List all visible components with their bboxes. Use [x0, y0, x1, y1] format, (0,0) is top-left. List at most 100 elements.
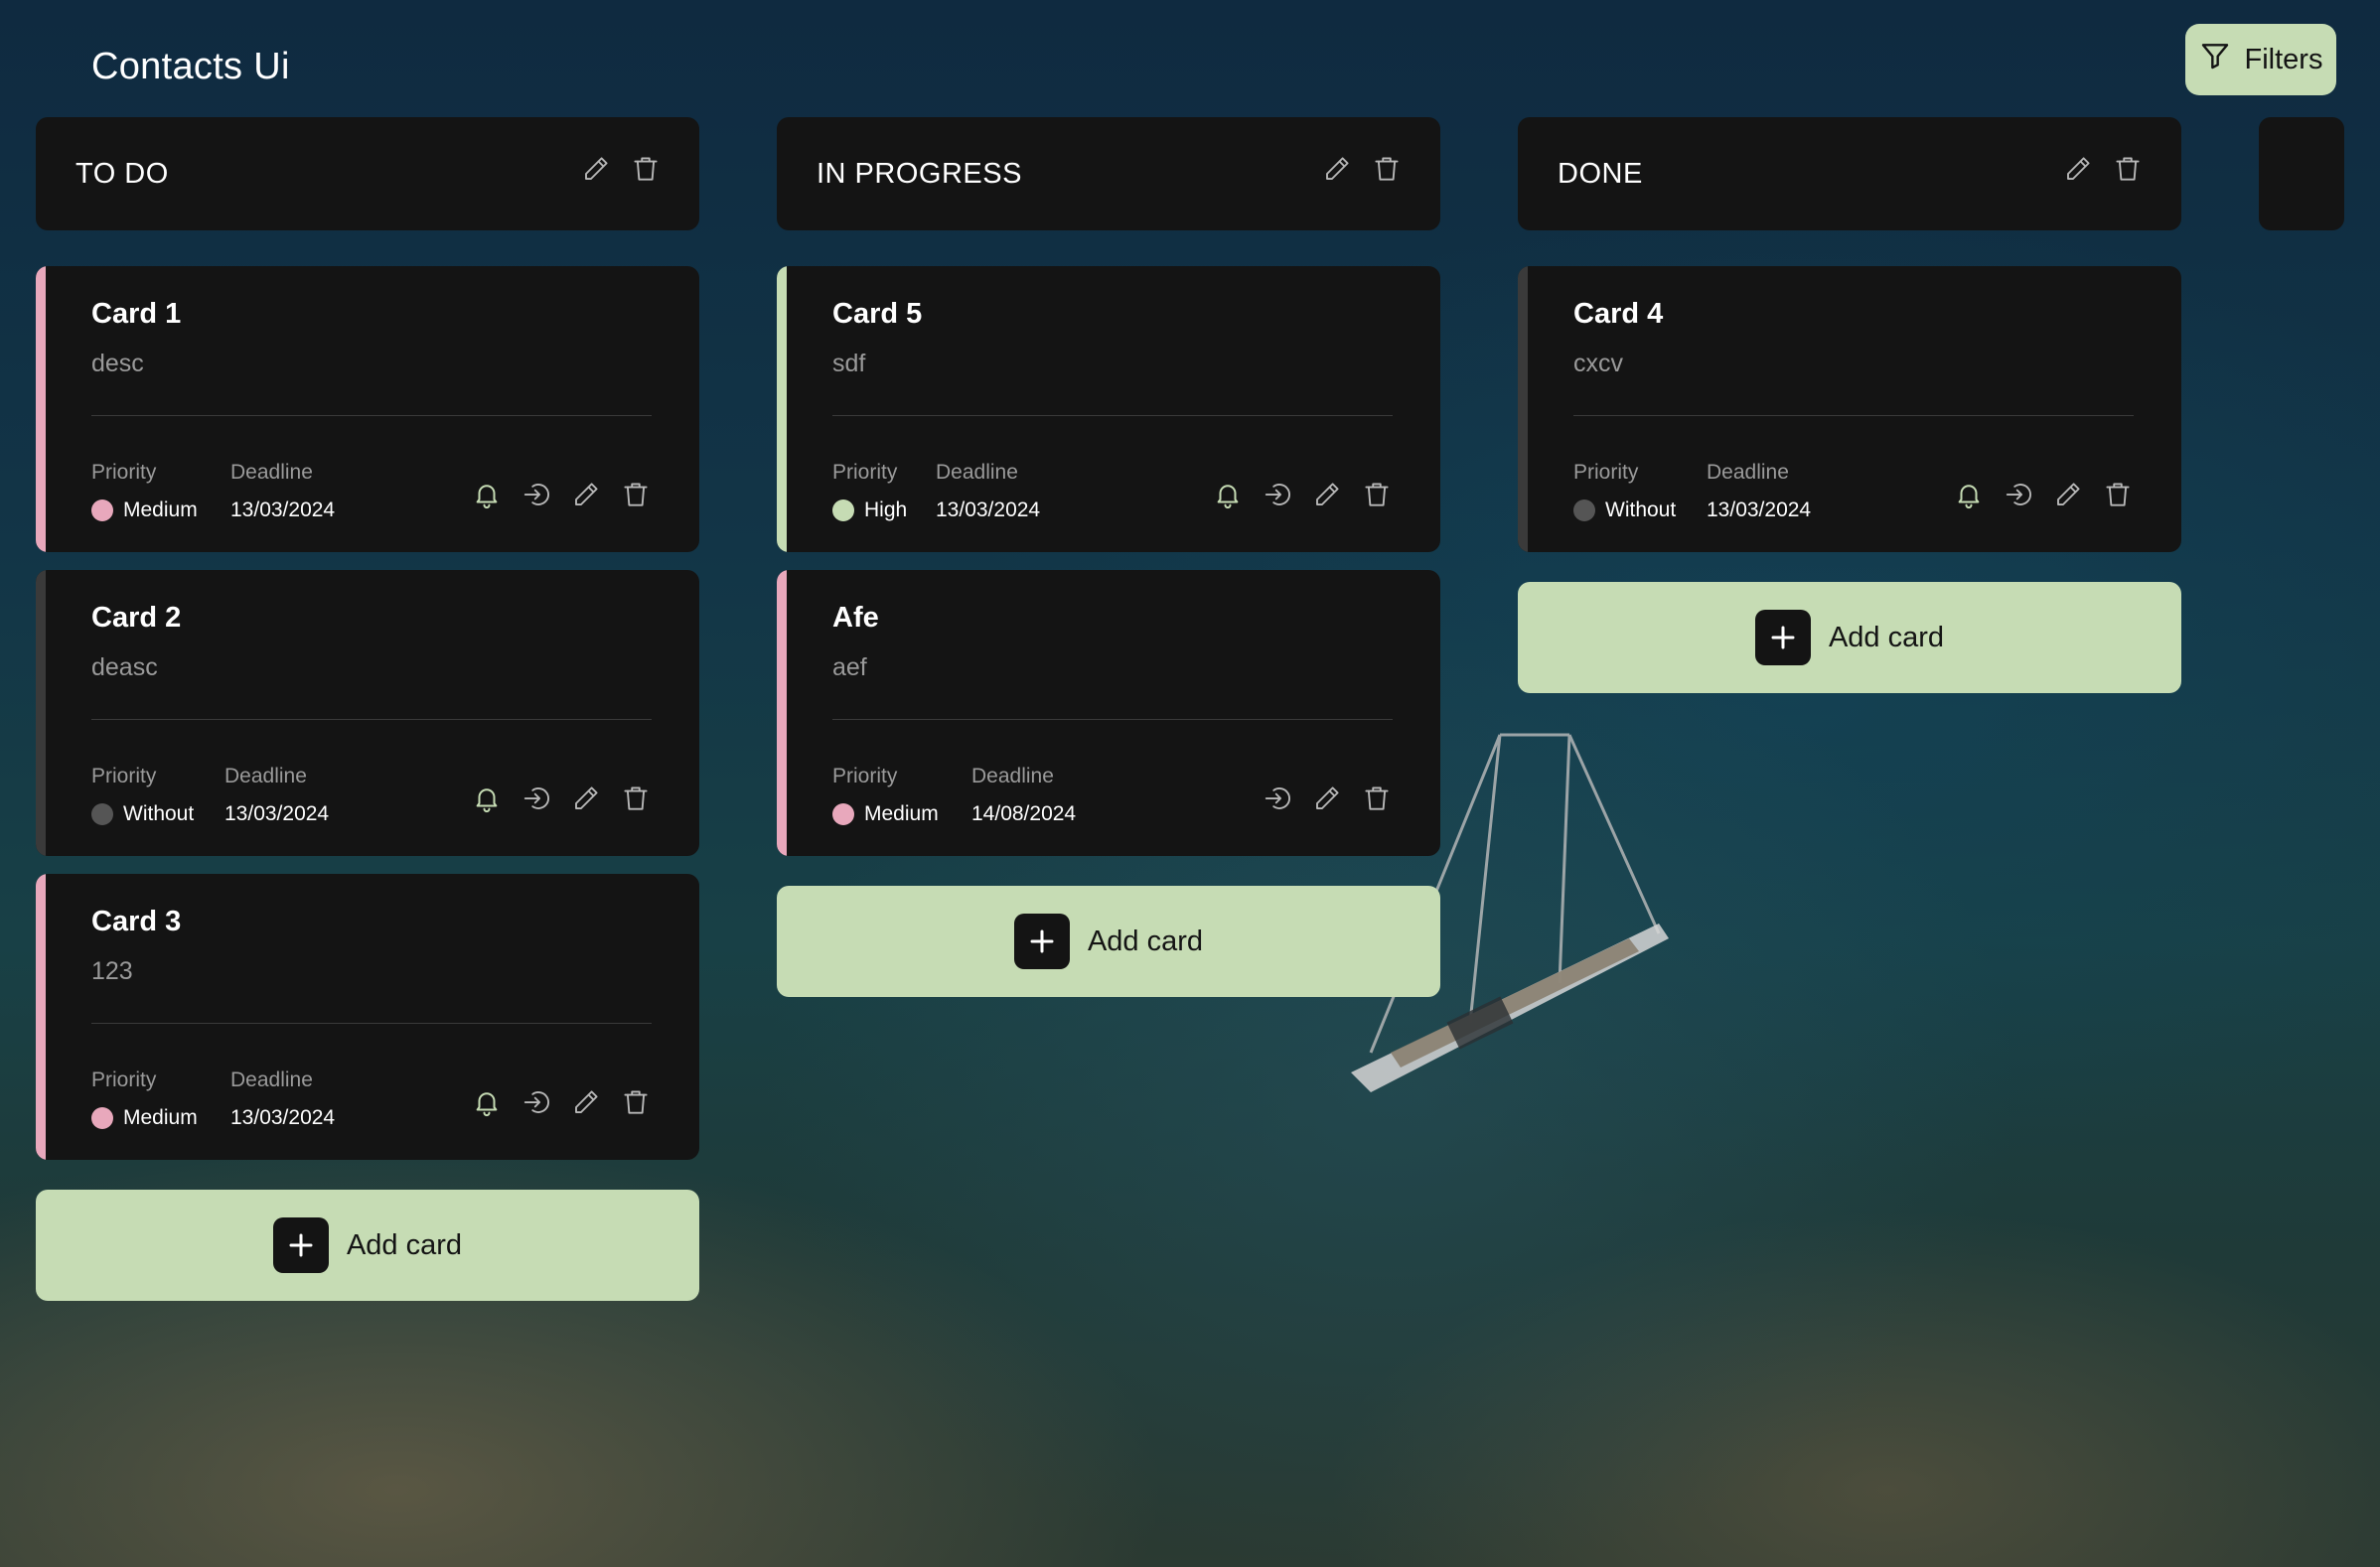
deadline-value: 13/03/2024: [936, 499, 1041, 521]
card-description: deasc: [91, 653, 158, 681]
move-icon[interactable]: [1262, 783, 1293, 814]
card-description: sdf: [832, 350, 866, 377]
trash-icon[interactable]: [630, 153, 662, 185]
trash-icon[interactable]: [1361, 783, 1393, 814]
card-title: Card 4: [1573, 298, 1664, 330]
task-card[interactable]: Card 1 desc Priority Medium Deadline 13/03/20…: [36, 266, 699, 552]
card-actions: [1212, 479, 1393, 510]
move-icon[interactable]: [521, 1086, 552, 1118]
priority-value: High: [832, 499, 907, 522]
priority-block: Priority Without: [91, 765, 194, 826]
card-title: Card 2: [91, 602, 182, 634]
priority-label: Priority: [91, 461, 157, 484]
pencil-icon[interactable]: [580, 153, 612, 185]
bell-icon[interactable]: [1953, 479, 1985, 510]
column-in-progress: IN PROGRESS Card 5 sdf Priority High Deadline…: [777, 117, 1440, 997]
move-icon[interactable]: [2003, 479, 2034, 510]
card-description: aef: [832, 653, 867, 681]
column-header: IN PROGRESS: [777, 117, 1440, 230]
add-card-label: Add card: [346, 1228, 463, 1261]
column-actions: [1321, 153, 1403, 185]
trash-icon[interactable]: [2112, 153, 2144, 185]
trash-icon[interactable]: [1371, 153, 1403, 185]
priority-dot: [91, 1107, 113, 1129]
column-done: DONE Card 4 cxcv Priority Without Deadline 13/…: [1518, 117, 2181, 693]
priority-dot: [91, 803, 113, 825]
card-actions: [1262, 783, 1393, 814]
deadline-block: Deadline 13/03/2024: [230, 1068, 335, 1130]
bell-icon[interactable]: [471, 1086, 503, 1118]
card-description: 123: [91, 957, 133, 985]
deadline-label: Deadline: [230, 461, 313, 484]
priority-stripe: [1518, 266, 1528, 552]
column-header: TO DO: [36, 117, 699, 230]
pencil-icon[interactable]: [1321, 153, 1353, 185]
card-actions: [471, 479, 652, 510]
card-title: Card 1: [91, 298, 182, 330]
deadline-label: Deadline: [1707, 461, 1789, 484]
add-card-label: Add card: [1828, 621, 1945, 653]
move-icon[interactable]: [1262, 479, 1293, 510]
trash-icon[interactable]: [620, 783, 652, 814]
priority-block: Priority High: [832, 461, 907, 522]
priority-dot: [91, 499, 113, 521]
trash-icon[interactable]: [1361, 479, 1393, 510]
task-card[interactable]: Card 5 sdf Priority High Deadline 13/03/2024: [777, 266, 1440, 552]
card-divider: [91, 719, 652, 720]
plus-icon: [272, 1217, 329, 1273]
pencil-icon[interactable]: [570, 783, 602, 814]
pencil-icon[interactable]: [570, 1086, 602, 1118]
priority-value: Without: [91, 802, 194, 826]
deadline-label: Deadline: [971, 765, 1054, 787]
bell-icon[interactable]: [471, 479, 503, 510]
filters-label: Filters: [2244, 43, 2323, 75]
add-card-button[interactable]: Add card: [1518, 582, 2181, 693]
task-card[interactable]: Card 3 123 Priority Medium Deadline 13/03/202…: [36, 874, 699, 1160]
card-list: Card 1 desc Priority Medium Deadline 13/03/20…: [36, 266, 699, 1301]
card-actions: [1953, 479, 2134, 510]
priority-stripe: [36, 266, 46, 552]
priority-text: High: [864, 499, 908, 521]
card-divider: [1573, 415, 2134, 416]
card-description: desc: [91, 350, 144, 377]
priority-stripe: [36, 874, 46, 1160]
card-actions: [471, 1086, 652, 1118]
bell-icon[interactable]: [471, 783, 503, 814]
pencil-icon[interactable]: [1311, 783, 1343, 814]
plus-icon: [1754, 610, 1811, 665]
add-card-button[interactable]: Add card: [777, 886, 1440, 997]
pencil-icon[interactable]: [2052, 479, 2084, 510]
column-title: TO DO: [75, 157, 169, 190]
deadline-block: Deadline 13/03/2024: [224, 765, 329, 826]
card-divider: [91, 415, 652, 416]
deadline-value: 14/08/2024: [971, 802, 1077, 825]
priority-block: Priority Medium: [832, 765, 939, 826]
bell-icon[interactable]: [1212, 479, 1244, 510]
trash-icon[interactable]: [2102, 479, 2134, 510]
task-card[interactable]: Afe aef Priority Medium Deadline 14/08/2024: [777, 570, 1440, 856]
deadline-block: Deadline 14/08/2024: [971, 765, 1076, 826]
card-title: Card 5: [832, 298, 923, 330]
trash-icon[interactable]: [620, 1086, 652, 1118]
add-card-button[interactable]: Add card: [36, 1190, 699, 1301]
priority-stripe: [777, 266, 787, 552]
priority-block: Priority Medium: [91, 1068, 198, 1130]
task-card[interactable]: Card 2 deasc Priority Without Deadline 13/03/…: [36, 570, 699, 856]
move-icon[interactable]: [521, 479, 552, 510]
trash-icon[interactable]: [620, 479, 652, 510]
priority-value: Medium: [91, 499, 198, 522]
priority-stripe: [777, 570, 787, 856]
card-list: Card 4 cxcv Priority Without Deadline 13/03/2…: [1518, 266, 2181, 693]
partial-column-header: [2259, 117, 2344, 230]
card-actions: [471, 783, 652, 814]
priority-dot: [1573, 499, 1595, 521]
card-description: cxcv: [1573, 350, 1623, 377]
pencil-icon[interactable]: [1311, 479, 1343, 510]
pencil-icon[interactable]: [570, 479, 602, 510]
pencil-icon[interactable]: [2062, 153, 2094, 185]
filters-button[interactable]: Filters: [2185, 24, 2336, 95]
deadline-value: 13/03/2024: [230, 1106, 336, 1129]
priority-value: Medium: [832, 802, 939, 826]
task-card[interactable]: Card 4 cxcv Priority Without Deadline 13/03/2…: [1518, 266, 2181, 552]
move-icon[interactable]: [521, 783, 552, 814]
